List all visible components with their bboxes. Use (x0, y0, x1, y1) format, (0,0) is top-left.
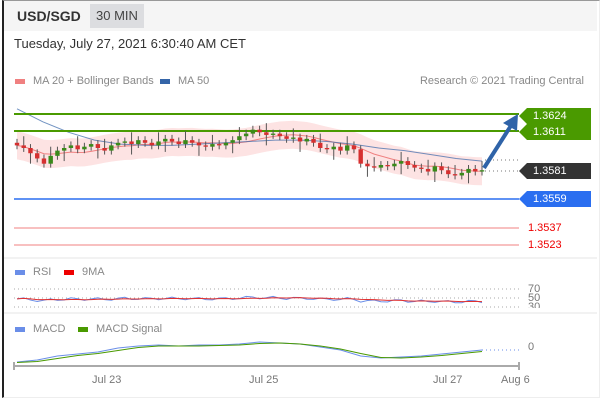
candle (203, 145, 208, 147)
candle (311, 138, 316, 143)
legend-macd-signal: MACD Signal (78, 323, 162, 335)
candle (109, 145, 114, 151)
last-price-tag: 1.3581 (519, 163, 591, 179)
x-tick-aug6: Aug 6 (501, 374, 530, 386)
candle (102, 147, 107, 151)
candle (115, 142, 121, 146)
candle (48, 155, 53, 164)
candle (35, 153, 40, 159)
resistance-2-tag: 1.3624 (519, 108, 591, 124)
legend-9ma-label: 9MA (82, 266, 105, 278)
candle (61, 147, 67, 151)
candle (466, 168, 471, 173)
ma9-swatch-icon (64, 269, 74, 275)
rsi-swatch-icon (15, 269, 25, 275)
candle (136, 140, 141, 145)
x-tick-jul27: Jul 27 (433, 374, 463, 386)
candle (190, 140, 195, 143)
candle (169, 138, 175, 142)
legend-signal-label: MACD Signal (96, 323, 163, 335)
candle (378, 164, 384, 168)
candle (270, 133, 276, 135)
candle (338, 146, 343, 151)
candle (345, 145, 350, 151)
candle (385, 164, 390, 167)
candle (365, 163, 370, 167)
candle (452, 174, 458, 176)
candle (371, 166, 377, 168)
candle (412, 164, 417, 168)
x-tick-jul25: Jul 25 (249, 374, 279, 386)
candle (210, 144, 215, 147)
macd-swatch-icon (15, 326, 25, 332)
macd-line (16, 341, 483, 363)
candle (149, 142, 154, 146)
candle (405, 161, 411, 165)
candle (183, 140, 188, 145)
candle (156, 141, 161, 146)
candle (122, 141, 128, 143)
resistance-1-tag: 1.3611 (519, 124, 591, 140)
candle (257, 129, 262, 133)
candle (223, 142, 229, 146)
legend-macd-label: MACD (33, 323, 66, 335)
candle (331, 146, 336, 150)
candle (297, 137, 303, 142)
legend-rsi-label: RSI (33, 266, 52, 278)
candle (163, 138, 168, 142)
candle (196, 142, 202, 146)
candle (237, 136, 242, 141)
legend-rsi: RSI (15, 266, 51, 278)
support-1-label: 1.3537 (528, 222, 562, 234)
candle (176, 141, 181, 145)
candle (318, 142, 323, 148)
candle (439, 166, 444, 171)
candle (425, 168, 431, 172)
candle (68, 145, 74, 148)
pivot-tag: 1.3559 (519, 191, 591, 207)
candle (129, 141, 134, 145)
price-chart (4, 108, 597, 370)
candle (88, 144, 94, 147)
candle (446, 170, 451, 175)
candle (291, 137, 296, 139)
candle (41, 158, 47, 164)
candle (142, 140, 148, 143)
macd-zero-tick: 0 (528, 341, 535, 353)
candle (28, 147, 33, 154)
x-tick-jul23: Jul 23 (92, 374, 122, 386)
candle (473, 168, 478, 172)
candle (392, 163, 397, 167)
candle (479, 170, 485, 172)
candle (216, 144, 222, 146)
candle (55, 150, 60, 156)
support-2-label: 1.3523 (528, 239, 562, 251)
candle (351, 145, 357, 150)
candle (398, 161, 404, 164)
legend-macd: MACD (15, 323, 65, 335)
candle (324, 147, 330, 150)
candle (432, 166, 438, 172)
candle (21, 145, 26, 148)
candle (358, 149, 363, 164)
candle (304, 138, 309, 142)
candle (75, 145, 80, 150)
candle (14, 142, 20, 146)
candle (250, 129, 256, 134)
signal-swatch-icon (78, 326, 88, 332)
candle (264, 132, 269, 135)
candle (243, 133, 249, 137)
rsi-tick-30: 30 (528, 301, 541, 308)
candle (95, 144, 101, 148)
candle (82, 146, 87, 150)
candle (459, 172, 464, 176)
candle (284, 136, 289, 139)
candle (277, 133, 283, 137)
candle (419, 167, 424, 169)
candle (230, 140, 235, 143)
legend-9ma: 9MA (64, 266, 105, 278)
